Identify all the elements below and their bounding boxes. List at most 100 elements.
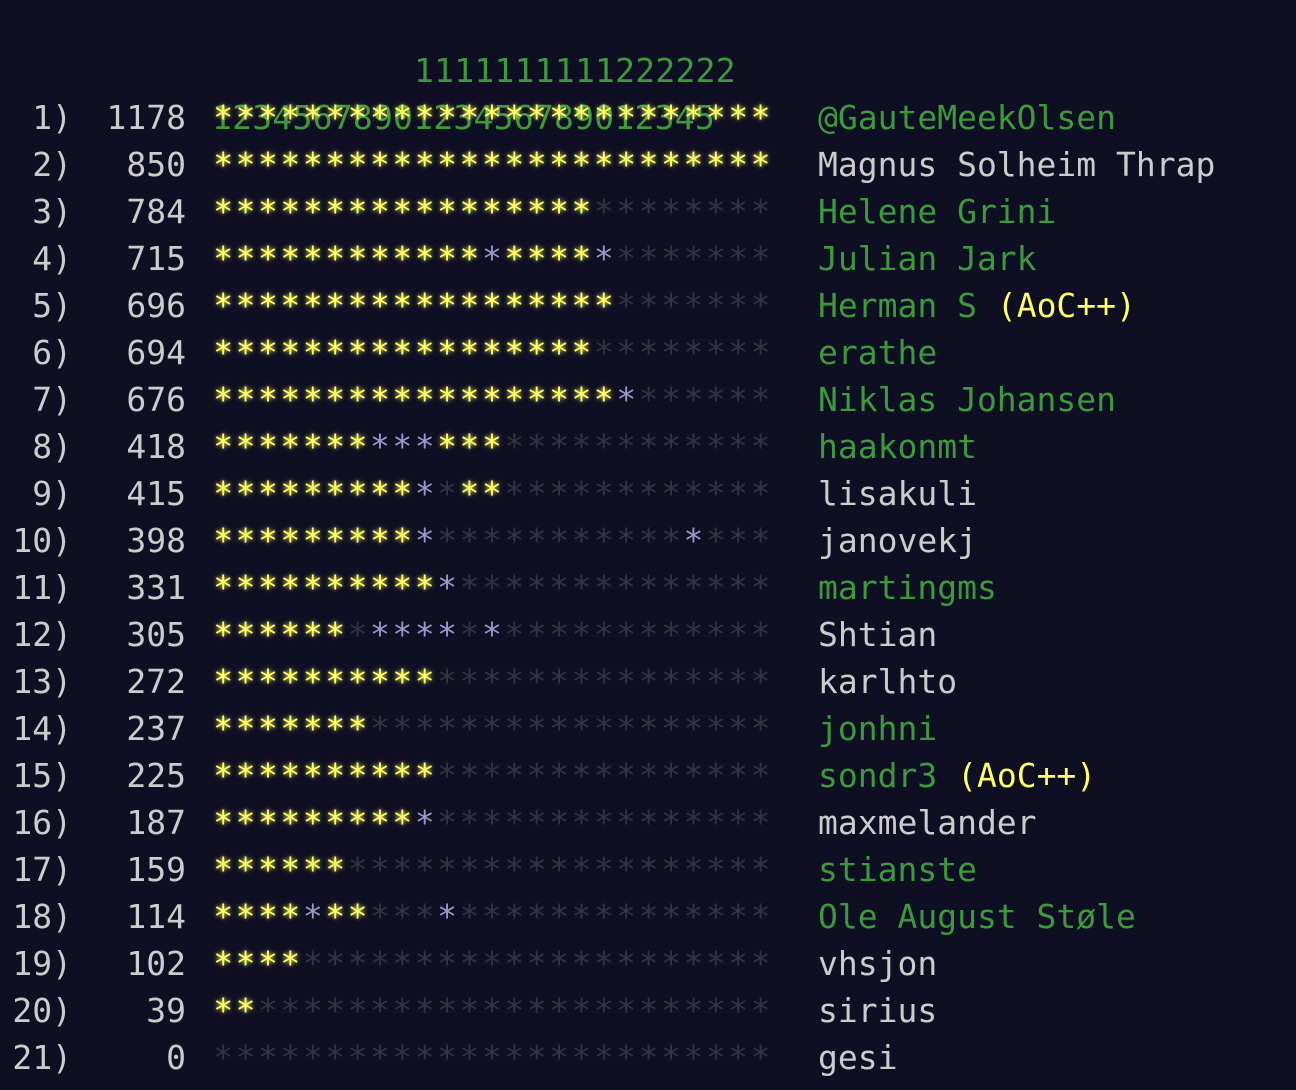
star-icon[interactable]: * (414, 141, 436, 188)
star-icon[interactable]: * (302, 893, 324, 940)
member-name-link[interactable]: stianste (818, 846, 977, 893)
star-icon[interactable]: * (302, 564, 324, 611)
member-name-text[interactable]: sondr3 (818, 756, 937, 795)
star-icon[interactable]: * (279, 94, 301, 141)
star-icon[interactable]: * (257, 517, 279, 564)
star-icon[interactable]: * (234, 282, 256, 329)
star-icon[interactable]: * (346, 752, 368, 799)
star-icon[interactable]: * (548, 188, 570, 235)
star-icon[interactable]: * (369, 282, 391, 329)
star-icon[interactable]: * (234, 470, 256, 517)
member-name-link[interactable]: martingms (818, 564, 997, 611)
star-icon[interactable]: * (279, 611, 301, 658)
star-icon[interactable]: * (369, 658, 391, 705)
star-icon[interactable]: * (234, 235, 256, 282)
star-icon[interactable]: * (212, 188, 234, 235)
star-icon[interactable]: * (369, 235, 391, 282)
star-icon[interactable]: * (257, 752, 279, 799)
star-icon[interactable]: * (749, 141, 771, 188)
star-icon[interactable]: * (593, 235, 615, 282)
star-icon[interactable]: * (705, 94, 727, 141)
star-icon[interactable]: * (369, 94, 391, 141)
star-icon[interactable]: * (414, 658, 436, 705)
star-icon[interactable]: * (503, 376, 525, 423)
star-icon[interactable]: * (481, 188, 503, 235)
star-icon[interactable]: * (302, 376, 324, 423)
star-icon[interactable]: * (212, 282, 234, 329)
star-icon[interactable]: * (391, 188, 413, 235)
star-icon[interactable]: * (257, 376, 279, 423)
star-icon[interactable]: * (548, 329, 570, 376)
star-icon[interactable]: * (346, 564, 368, 611)
star-icon[interactable]: * (682, 517, 704, 564)
star-icon[interactable]: * (593, 94, 615, 141)
star-icon[interactable]: * (525, 141, 547, 188)
star-icon[interactable]: * (257, 94, 279, 141)
star-icon[interactable]: * (346, 235, 368, 282)
star-icon[interactable]: * (414, 470, 436, 517)
star-icon[interactable]: * (369, 376, 391, 423)
star-icon[interactable]: * (525, 376, 547, 423)
star-icon[interactable]: * (324, 611, 346, 658)
star-icon[interactable]: * (324, 846, 346, 893)
star-icon[interactable]: * (503, 235, 525, 282)
star-icon[interactable]: * (279, 141, 301, 188)
star-icon[interactable]: * (548, 376, 570, 423)
star-icon[interactable]: * (548, 282, 570, 329)
star-icon[interactable]: * (458, 141, 480, 188)
star-icon[interactable]: * (234, 423, 256, 470)
star-icon[interactable]: * (369, 752, 391, 799)
star-icon[interactable]: * (324, 564, 346, 611)
star-icon[interactable]: * (570, 141, 592, 188)
star-icon[interactable]: * (346, 705, 368, 752)
star-icon[interactable]: * (503, 329, 525, 376)
star-icon[interactable]: * (414, 188, 436, 235)
star-icon[interactable]: * (279, 329, 301, 376)
star-icon[interactable]: * (279, 235, 301, 282)
star-icon[interactable]: * (212, 141, 234, 188)
star-icon[interactable]: * (234, 329, 256, 376)
star-icon[interactable]: * (346, 470, 368, 517)
member-name-link[interactable]: Julian Jark (818, 235, 1037, 282)
member-name-text[interactable]: martingms (818, 568, 997, 607)
star-icon[interactable]: * (414, 564, 436, 611)
star-icon[interactable]: * (391, 799, 413, 846)
star-icon[interactable]: * (615, 141, 637, 188)
star-icon[interactable]: * (324, 423, 346, 470)
star-icon[interactable]: * (458, 94, 480, 141)
star-icon[interactable]: * (570, 329, 592, 376)
star-icon[interactable]: * (458, 188, 480, 235)
star-icon[interactable]: * (436, 376, 458, 423)
star-icon[interactable]: * (324, 470, 346, 517)
star-icon[interactable]: * (391, 282, 413, 329)
star-icon[interactable]: * (414, 235, 436, 282)
star-icon[interactable]: * (279, 846, 301, 893)
star-icon[interactable]: * (302, 799, 324, 846)
star-icon[interactable]: * (302, 611, 324, 658)
star-icon[interactable]: * (369, 564, 391, 611)
star-icon[interactable]: * (637, 141, 659, 188)
star-icon[interactable]: * (682, 94, 704, 141)
star-icon[interactable]: * (369, 517, 391, 564)
member-name-text[interactable]: Niklas Johansen (818, 380, 1116, 419)
star-icon[interactable]: * (302, 282, 324, 329)
star-icon[interactable]: * (212, 611, 234, 658)
star-icon[interactable]: * (212, 94, 234, 141)
star-icon[interactable]: * (302, 423, 324, 470)
star-icon[interactable]: * (212, 517, 234, 564)
star-icon[interactable]: * (481, 141, 503, 188)
star-icon[interactable]: * (279, 282, 301, 329)
star-icon[interactable]: * (257, 423, 279, 470)
star-icon[interactable]: * (525, 94, 547, 141)
star-icon[interactable]: * (302, 188, 324, 235)
star-icon[interactable]: * (234, 564, 256, 611)
star-icon[interactable]: * (481, 94, 503, 141)
member-name-link[interactable]: Niklas Johansen (818, 376, 1116, 423)
star-icon[interactable]: * (212, 470, 234, 517)
star-icon[interactable]: * (570, 282, 592, 329)
star-icon[interactable]: * (212, 893, 234, 940)
star-icon[interactable]: * (279, 517, 301, 564)
star-icon[interactable]: * (279, 658, 301, 705)
star-icon[interactable]: * (346, 376, 368, 423)
star-icon[interactable]: * (234, 940, 256, 987)
